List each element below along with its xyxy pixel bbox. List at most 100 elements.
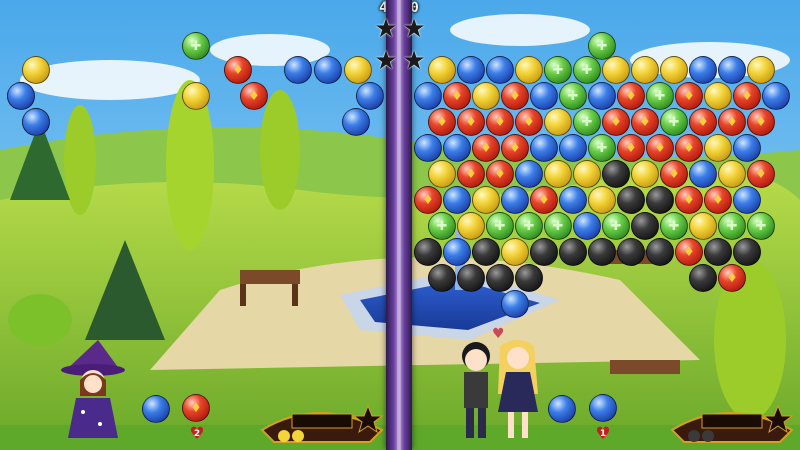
green-bubble: ✚	[486, 212, 514, 240]
black-bubble	[617, 186, 645, 214]
green-bubble: ✚	[544, 56, 572, 84]
red-bubble: ♦	[675, 238, 703, 266]
yellow-bubble	[457, 212, 485, 240]
yellow-bubble	[428, 56, 456, 84]
black-bubble	[588, 238, 616, 266]
left-indicator-bubble: ✚	[182, 32, 210, 60]
black-bubble	[472, 238, 500, 266]
red-bubble: ♦	[501, 134, 529, 162]
star-slot-icon: ★	[374, 14, 398, 44]
right-next-bubble[interactable]	[548, 395, 576, 423]
black-bubble	[486, 264, 514, 292]
blue-bubble	[733, 186, 761, 214]
blue-bubble	[457, 56, 485, 84]
red-bubble: ♦	[675, 186, 703, 214]
black-bubble	[631, 212, 659, 240]
blue-bubble	[486, 56, 514, 84]
star-slot-icon: ★	[374, 46, 398, 76]
black-bubble	[428, 264, 456, 292]
green-bubble: ✚	[544, 212, 572, 240]
yellow-bubble	[544, 108, 572, 136]
blue-bubble	[559, 134, 587, 162]
red-bubble: ♦	[718, 108, 746, 136]
right-launcher-icon	[670, 404, 794, 443]
witch-character	[61, 340, 125, 438]
yellow-bubble	[588, 186, 616, 214]
red-bubble: ♦	[224, 56, 252, 84]
red-bubble: ♦	[530, 186, 558, 214]
blue-bubble	[559, 186, 587, 214]
red-bubble: ♦	[602, 108, 630, 136]
blue-bubble	[530, 134, 558, 162]
red-bubble: ♦	[617, 134, 645, 162]
left-launcher-icon	[260, 404, 384, 443]
black-bubble	[457, 264, 485, 292]
red-bubble: ♦	[631, 108, 659, 136]
yellow-bubble	[472, 82, 500, 110]
blue-bubble	[718, 56, 746, 84]
blue-bubble	[733, 134, 761, 162]
red-bubble: ♦	[704, 186, 732, 214]
left-lives-badge: ♥ 2	[186, 426, 208, 443]
yellow-bubble	[515, 56, 543, 84]
yellow-bubble	[631, 56, 659, 84]
red-bubble: ♦	[747, 160, 775, 188]
black-bubble	[646, 238, 674, 266]
green-bubble: ✚	[573, 108, 601, 136]
yellow-bubble	[501, 238, 529, 266]
blue-bubble	[22, 108, 50, 136]
right-lives-badge: ♥ 1	[592, 426, 614, 443]
red-bubble: ♦	[718, 264, 746, 292]
yellow-bubble	[704, 82, 732, 110]
green-bubble: ✚	[573, 56, 601, 84]
red-bubble: ♦	[733, 82, 761, 110]
yellow-bubble	[631, 160, 659, 188]
red-bubble: ♦	[472, 134, 500, 162]
right-shooter-bubble[interactable]	[589, 394, 617, 422]
black-bubble	[515, 264, 543, 292]
red-bubble: ♦	[414, 186, 442, 214]
green-bubble: ✚	[747, 212, 775, 240]
red-bubble: ♦	[443, 82, 471, 110]
red-bubble: ♦	[675, 134, 703, 162]
yellow-bubble	[544, 160, 572, 188]
black-bubble	[646, 186, 674, 214]
red-bubble: ♦	[675, 82, 703, 110]
blue-bubble	[530, 82, 558, 110]
blue-bubble	[443, 238, 471, 266]
red-bubble: ♦	[660, 160, 688, 188]
red-bubble: ♦	[457, 108, 485, 136]
heart-icon: ♥	[492, 326, 505, 342]
black-bubble	[617, 238, 645, 266]
blue-bubble	[443, 134, 471, 162]
green-bubble: ✚	[515, 212, 543, 240]
black-bubble	[704, 238, 732, 266]
blue-bubble	[7, 82, 35, 110]
green-bubble: ✚	[559, 82, 587, 110]
yellow-bubble	[660, 56, 688, 84]
green-bubble: ✚	[718, 212, 746, 240]
black-bubble	[689, 264, 717, 292]
green-bubble: ✚	[660, 108, 688, 136]
yellow-bubble	[472, 186, 500, 214]
yellow-bubble	[689, 212, 717, 240]
blue-bubble	[762, 82, 790, 110]
black-bubble	[733, 238, 761, 266]
red-bubble: ♦	[457, 160, 485, 188]
blue-bubble	[443, 186, 471, 214]
left-next-bubble[interactable]	[142, 395, 170, 423]
blue-bubble	[588, 82, 616, 110]
red-bubble: ♦	[646, 134, 674, 162]
couple-characters	[462, 340, 538, 438]
red-bubble: ♦	[486, 160, 514, 188]
green-bubble: ✚	[428, 212, 456, 240]
blue-bubble	[515, 160, 543, 188]
left-shooter-bubble[interactable]: ♦	[182, 394, 210, 422]
blue-bubble	[501, 290, 529, 318]
yellow-bubble	[344, 56, 372, 84]
green-bubble: ✚	[602, 212, 630, 240]
star-slot-icon: ★	[402, 14, 426, 44]
yellow-bubble	[182, 82, 210, 110]
blue-bubble	[314, 56, 342, 84]
blue-bubble	[573, 212, 601, 240]
